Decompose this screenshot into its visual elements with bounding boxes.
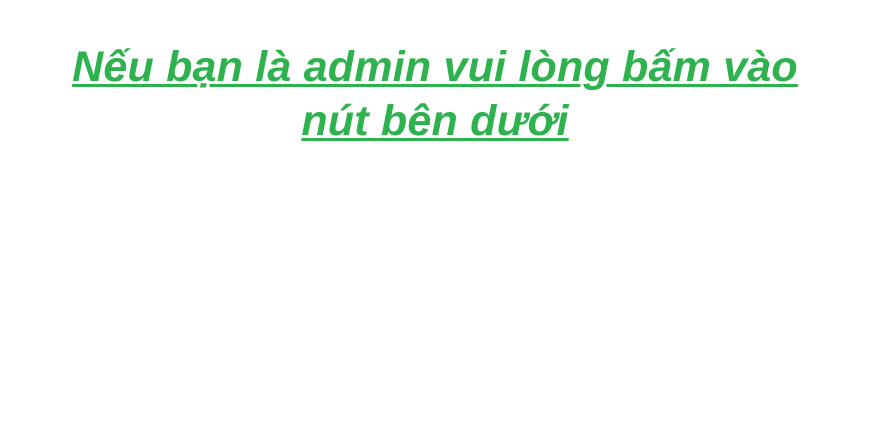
page-canvas: Nếu bạn là admin vui lòng bấm vào nút bê… <box>0 0 870 431</box>
admin-instruction-text: Nếu bạn là admin vui lòng bấm vào nút bê… <box>72 43 798 145</box>
